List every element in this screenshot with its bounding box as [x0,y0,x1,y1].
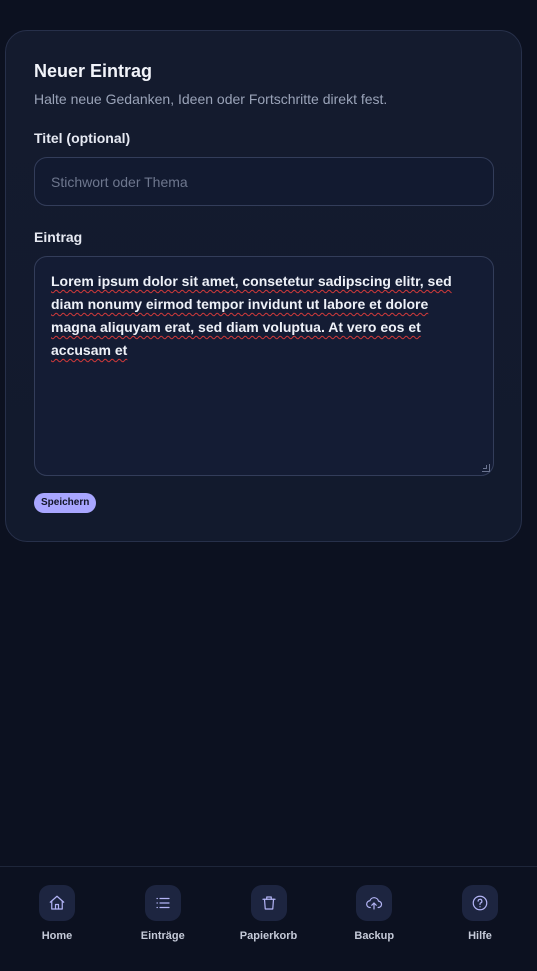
nav-label-home: Home [41,930,73,942]
new-entry-card: Neuer Eintrag Halte neue Gedanken, Ideen… [5,30,522,542]
title-input-placeholder: Stichwort oder Thema [51,173,188,190]
entry-text: Lorem ipsum dolor sit amet, consetetur s… [51,273,452,358]
cloud-upload-icon[interactable] [356,885,393,921]
save-button[interactable]: Speichern [34,493,97,513]
nav-item-backup[interactable]: Backup [329,885,419,971]
entry-textarea[interactable]: Lorem ipsum dolor sit amet, consetetur s… [34,256,494,476]
title-field-label: Titel (optional) [34,130,131,146]
title-input[interactable]: Stichwort oder Thema [34,157,494,206]
nav-item-trash[interactable]: Papierkorb [224,885,314,971]
trash-icon[interactable] [250,885,287,921]
nav-label-help: Hilfe [468,930,492,942]
entry-field-label: Eintrag [34,229,83,245]
card-title: Neuer Eintrag [34,61,153,81]
home-icon[interactable] [39,885,75,921]
nav-label-entries: Einträge [140,930,185,942]
bottom-nav: Home Einträge Papierkorb Backup Hilfe [0,866,537,971]
resize-handle-icon[interactable] [482,464,490,472]
nav-item-entries[interactable]: Einträge [118,885,208,971]
nav-item-help[interactable]: Hilfe [435,885,525,971]
help-circle-icon[interactable] [462,885,498,921]
nav-label-backup: Backup [354,930,395,942]
list-icon[interactable] [144,885,181,921]
app-root: Neuer Eintrag Halte neue Gedanken, Ideen… [0,0,537,971]
card-subtitle: Halte neue Gedanken, Ideen oder Fortschr… [34,91,388,107]
nav-label-trash: Papierkorb [239,930,298,942]
nav-item-home[interactable]: Home [12,885,102,971]
